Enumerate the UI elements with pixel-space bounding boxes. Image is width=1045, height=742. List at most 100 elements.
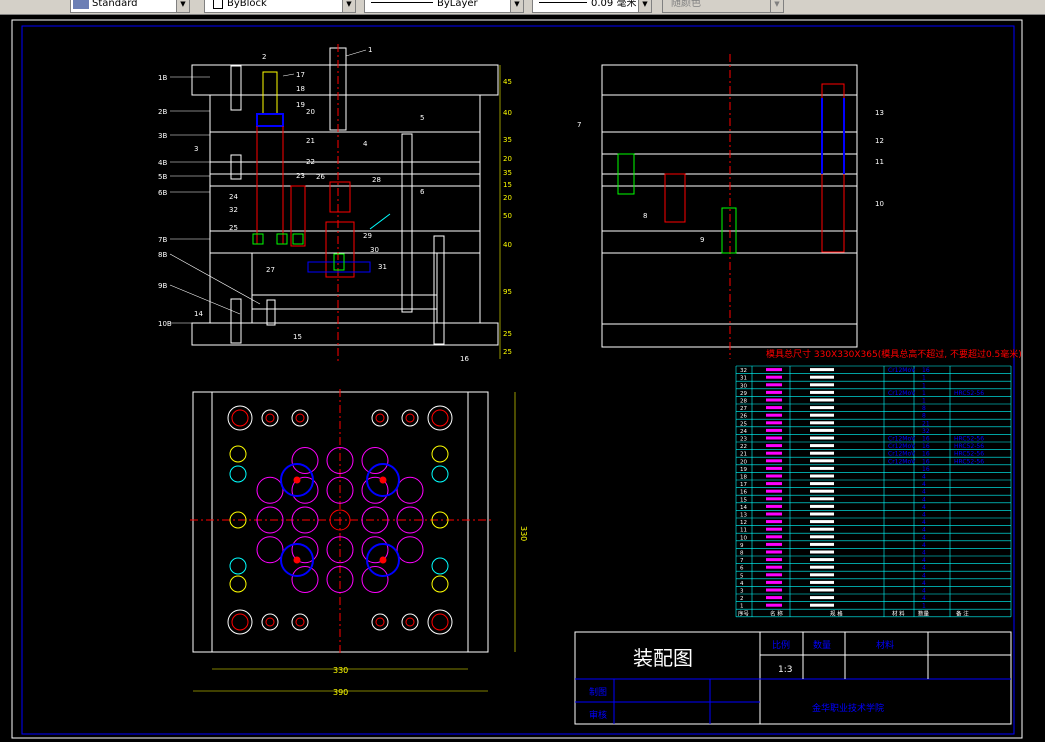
part-24b [276, 233, 288, 245]
bom-no: 13 [740, 513, 747, 519]
bom-qty: 1 [922, 382, 926, 389]
bom-qty: 4 [922, 474, 926, 481]
plotstyle-select[interactable]: 随颜色 ▼ [662, 0, 784, 13]
guide-circle [431, 557, 449, 575]
lineweight-select[interactable]: 0.09 毫米 ▼ [532, 0, 652, 13]
bom-name-mark [766, 444, 782, 448]
side-view: 7 8 9 10 11 12 13 [577, 54, 884, 359]
chevron-down-icon[interactable]: ▼ [176, 0, 189, 12]
bom-material: Cr12MoV [888, 443, 916, 450]
label-23: 23 [296, 172, 305, 180]
bom-qty: 4 [922, 504, 926, 511]
cavity-circle [256, 536, 284, 564]
bom-name-mark [766, 466, 782, 470]
bom-name-mark [766, 398, 782, 402]
bom-qty: 4 [922, 534, 926, 541]
frame-border [21, 25, 1015, 735]
bom-note: HRC52-56 [954, 451, 984, 458]
bom-name-mark [766, 482, 782, 486]
label-4: 4 [363, 140, 368, 148]
side-label-10: 10 [875, 200, 884, 208]
cavity-circle [291, 566, 319, 593]
bom-no: 10 [740, 535, 747, 541]
label-27: 27 [266, 266, 275, 274]
dim-width-outer: 390 [333, 688, 348, 697]
cavity-circle [291, 447, 319, 474]
cavity-plate [209, 131, 481, 163]
bolt-circle [401, 613, 419, 631]
label-19: 19 [296, 101, 305, 109]
bom-no: 8 [740, 551, 744, 557]
bolt-inner-circle [265, 617, 275, 627]
chevron-down-icon[interactable]: ▼ [770, 0, 783, 12]
bolt-circle [371, 613, 389, 631]
bom-spec-mark [810, 504, 834, 508]
bom-no: 22 [740, 444, 747, 450]
textstyle-select[interactable]: Standard ▼ [70, 0, 190, 13]
return-pin-15 [266, 299, 276, 326]
bom-spec-mark [810, 383, 834, 387]
drawn-label: 制图 [589, 686, 607, 698]
chevron-down-icon[interactable]: ▼ [342, 0, 355, 12]
color-swatch-icon [213, 0, 223, 9]
bolt-inner-circle [295, 617, 305, 627]
bom-spec-mark [810, 573, 834, 577]
bom-qty: 21 [922, 420, 930, 427]
label-31: 31 [378, 263, 387, 271]
bom-no: 11 [740, 528, 747, 534]
label-15: 15 [293, 333, 302, 341]
material-label: 材料 [876, 639, 894, 651]
bom-name-mark [766, 436, 782, 440]
bom-name-mark [766, 390, 782, 394]
bom-name-mark [766, 406, 782, 410]
bom-name-mark [766, 520, 782, 524]
bom-no: 18 [740, 475, 747, 481]
side-label-9: 9 [700, 236, 704, 244]
bom-qty: 1 [922, 398, 926, 405]
screw-14 [230, 298, 242, 344]
bom-spec-mark [810, 550, 834, 554]
bom-name-mark [766, 580, 782, 584]
bom-name-mark [766, 368, 782, 372]
bom-name-mark [766, 504, 782, 508]
label-4B: 4B [158, 159, 167, 167]
cavity-circle [256, 476, 284, 504]
bom-spec-mark [810, 588, 834, 592]
bom-name-mark [766, 459, 782, 463]
chevron-down-icon[interactable]: ▼ [638, 0, 651, 12]
support-plate [209, 230, 481, 254]
mold-size-note: 模具总尺寸 330X330X365(模具总高不超过, 不要超过0.5毫米) [766, 348, 1022, 360]
bom-material: Cr12MoV [888, 458, 916, 465]
bom-qty: 4 [922, 512, 926, 519]
part-ES-line [369, 213, 391, 230]
side-part-10 [821, 83, 845, 253]
bom-name-mark [766, 603, 782, 607]
bom-qty: 1 [922, 603, 926, 610]
label-1: 1 [368, 46, 372, 54]
side-label-8: 8 [643, 212, 647, 220]
dim-12: 25 [503, 348, 512, 356]
sheet-border [11, 19, 1023, 739]
bom-name-mark [766, 421, 782, 425]
linetype-select-left[interactable]: ByBlock ▼ [204, 0, 356, 13]
side-part-8 [664, 173, 686, 223]
bom-no: 31 [740, 376, 747, 382]
bolt-inner-circle [375, 413, 385, 423]
bolt-circle [401, 409, 419, 427]
bom-spec-mark [810, 527, 834, 531]
drawing-canvas[interactable]: 1 2 3 4 5 6 1B 2B 3B 4B 5B 6B 7B 8B 9B 1… [0, 14, 1045, 742]
bom-material: Cr12MoV [888, 367, 916, 374]
bom-material: Cr12MoV [888, 390, 916, 397]
linetype-left-value: ByBlock [227, 0, 267, 9]
bom-name-mark [766, 565, 782, 569]
bom-qty: 4 [922, 496, 926, 503]
guide-circle [431, 445, 449, 463]
dim-11: 25 [503, 330, 512, 338]
bom-spec-mark [810, 489, 834, 493]
linetype-select-right[interactable]: ByLayer ▼ [364, 0, 524, 13]
screw-3 [230, 154, 242, 180]
bom-header-cell: 材 料 [892, 609, 905, 617]
side-label-13: 13 [875, 109, 884, 117]
ejector-plate [251, 308, 438, 324]
chevron-down-icon[interactable]: ▼ [510, 0, 523, 12]
